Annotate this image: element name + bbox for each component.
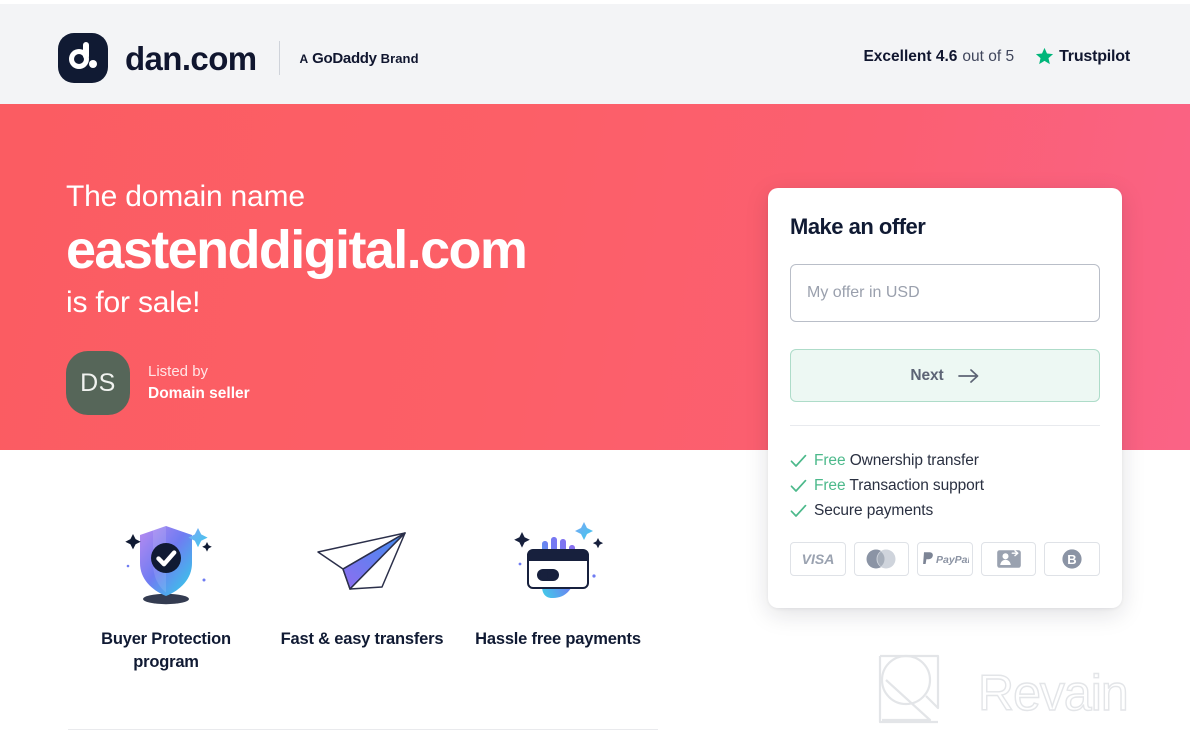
dan-logo-icon (58, 33, 108, 83)
trustpilot-rating[interactable]: Excellent 4.6 out of 5 Trustpilot (863, 46, 1130, 67)
bank-transfer-icon (980, 542, 1037, 576)
arrow-right-icon (957, 368, 980, 384)
benefit-label: Secure payments (814, 501, 934, 519)
trustpilot-name: Trustpilot (1059, 47, 1130, 65)
feature-hassle-free-payments: Hassle free payments (460, 510, 656, 674)
bitcoin-icon: B (1044, 542, 1100, 576)
hero-post-text: is for sale! (66, 286, 201, 320)
paper-plane-icon (264, 510, 460, 614)
trustpilot-star-icon (1034, 46, 1055, 67)
next-button-label: Next (910, 366, 944, 384)
revain-wordmark: Revain (977, 664, 1129, 721)
benefits-list: Free Ownership transfer Free Transaction… (768, 426, 1122, 523)
divider (68, 729, 658, 730)
feature-buyer-protection: Buyer Protection program (68, 510, 264, 674)
list-item: Free Transaction support (790, 473, 1100, 498)
benefit-free-tag: Free (814, 451, 846, 469)
logo-divider (278, 41, 280, 75)
trustpilot-outof-text: out of 5 (962, 47, 1015, 65)
benefit-label: Ownership transfer (849, 451, 979, 469)
payment-methods: VISA PayPal B (768, 523, 1122, 576)
svg-text:VISA: VISA (801, 551, 834, 567)
trustpilot-score-text: Excellent 4.6 (863, 47, 958, 65)
site-header: dan.com A GoDaddy Brand Excellent 4.6 ou… (0, 0, 1190, 104)
mastercard-icon (853, 542, 910, 576)
feature-fast-transfers: Fast & easy transfers (264, 510, 460, 674)
list-item: Secure payments (790, 498, 1100, 523)
paypal-icon: PayPal (917, 542, 973, 576)
offer-amount-input[interactable] (790, 264, 1100, 322)
shield-check-icon (68, 510, 264, 614)
avatar: DS (66, 351, 130, 415)
revain-watermark: Revain (868, 650, 1129, 735)
check-icon (790, 504, 812, 518)
svg-text:B: B (1067, 552, 1076, 567)
feature-title: Fast & easy transfers (280, 630, 444, 648)
benefit-label: Transaction support (849, 476, 984, 494)
feature-list: Buyer Protection program Fast & easy tra… (68, 510, 658, 674)
revain-logo-icon (868, 650, 956, 735)
brand-a-word: A (299, 51, 309, 66)
hero-pre-text: The domain name (66, 180, 305, 213)
seller-name: Domain seller (148, 384, 250, 402)
logo-text: dan.com (125, 39, 257, 77)
feature-title: Hassle free payments (475, 630, 641, 648)
godaddy-brand-line: A GoDaddy Brand (300, 50, 419, 67)
svg-text:PayPal: PayPal (936, 554, 969, 566)
feature-title: Buyer Protection program (101, 630, 231, 671)
brand-brand-word: Brand (380, 50, 419, 66)
brand-logo[interactable]: dan.com A GoDaddy Brand (58, 33, 419, 83)
offer-card-title: Make an offer (790, 214, 926, 239)
seller-block: DS Listed by Domain seller (66, 351, 250, 415)
hero-copy: The domain name eastenddigital.com is fo… (66, 180, 528, 321)
page-root: dan.com A GoDaddy Brand Excellent 4.6 ou… (0, 0, 1190, 753)
brand-godaddy-word: GoDaddy (312, 49, 377, 67)
check-icon (790, 479, 812, 493)
visa-icon: VISA (790, 542, 846, 576)
list-item: Free Ownership transfer (790, 448, 1100, 473)
hand-credit-card-icon (460, 510, 656, 614)
make-an-offer-card: Make an offer Next (768, 188, 1122, 608)
check-icon (790, 454, 812, 468)
listed-by-label: Listed by (148, 363, 209, 381)
next-button[interactable]: Next (790, 349, 1100, 402)
hero-domain-name: eastenddigital.com (66, 219, 528, 280)
benefit-free-tag: Free (814, 476, 846, 494)
